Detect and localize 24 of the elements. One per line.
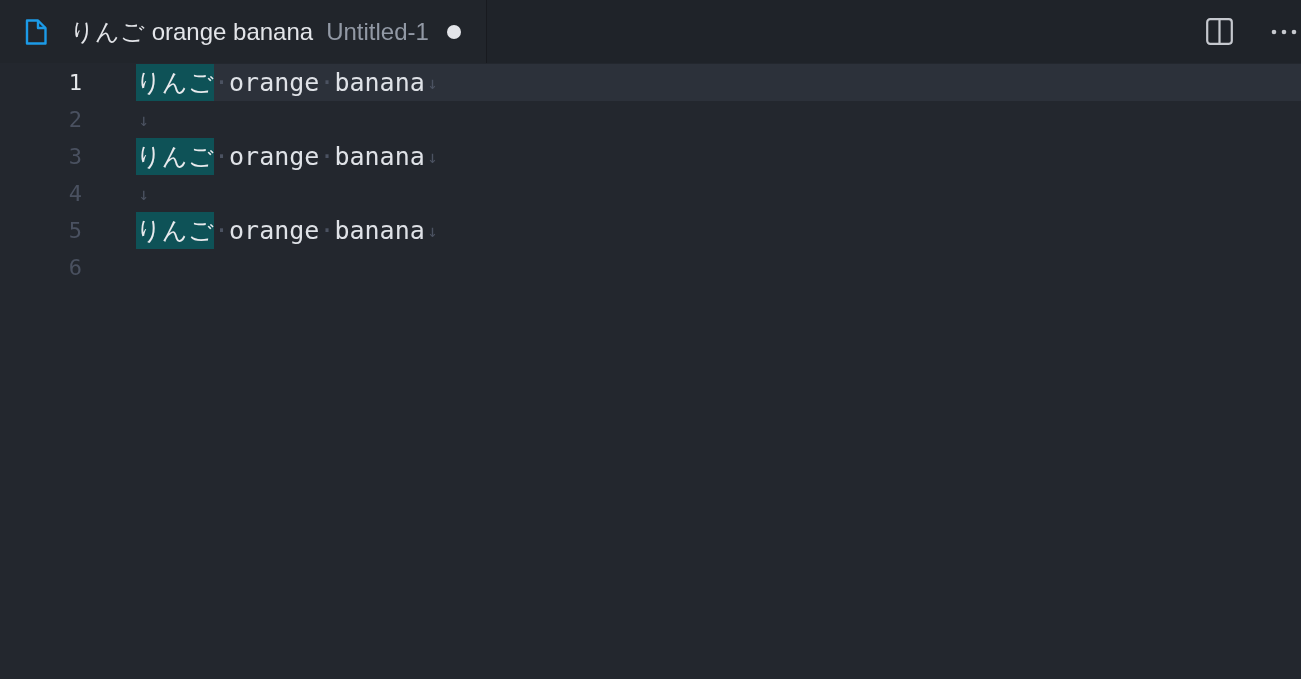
code-text: banana xyxy=(334,142,425,171)
whitespace-dot: · xyxy=(214,142,230,171)
code-text: orange xyxy=(229,142,320,171)
line-break-arrow: ↓ xyxy=(137,183,150,204)
search-match-highlight: りんご xyxy=(136,212,214,249)
line-break-arrow: ↓ xyxy=(426,146,439,167)
line-break-arrow: ↓ xyxy=(426,72,439,93)
whitespace-dot: · xyxy=(214,68,230,97)
search-match-highlight: りんご xyxy=(136,64,214,101)
code-text: orange xyxy=(229,68,320,97)
search-match-highlight: りんご xyxy=(136,138,214,175)
whitespace-dot: · xyxy=(319,68,335,97)
more-actions-icon[interactable] xyxy=(1271,28,1297,35)
line-break-arrow: ↓ xyxy=(137,109,150,130)
code-text: banana xyxy=(334,216,425,245)
line-number: 1 xyxy=(68,70,82,95)
whitespace-dot: · xyxy=(319,142,335,171)
file-icon xyxy=(25,18,47,45)
line-break-arrow: ↓ xyxy=(426,220,439,241)
whitespace-dot: · xyxy=(214,216,230,245)
code-text: banana xyxy=(334,68,425,97)
whitespace-dot: · xyxy=(319,216,335,245)
split-editor-icon[interactable] xyxy=(1206,18,1233,45)
code-text: orange xyxy=(229,216,320,245)
